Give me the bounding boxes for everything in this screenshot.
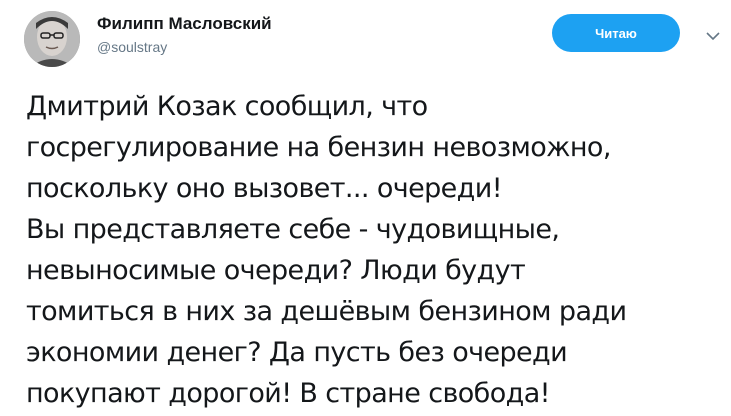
tweet-text: Дмитрий Козак сообщил, что госрегулирова… (26, 86, 726, 414)
tweet-card: Филипп Масловский @soulstray Читаю Дмитр… (0, 0, 731, 416)
tweet-text-line: экономии денег? Да пусть без очереди (26, 337, 568, 368)
more-options-button[interactable] (704, 30, 722, 42)
follow-button[interactable]: Читаю (552, 14, 680, 52)
tweet-text-line: покупают дорогой! В стране свобода! (26, 378, 551, 409)
tweet-text-line: Дмитрий Козак сообщил, что (26, 91, 428, 122)
avatar-photo-icon (24, 11, 80, 67)
chevron-down-icon (706, 32, 720, 41)
tweet-header: Филипп Масловский @soulstray Читаю (0, 0, 731, 80)
avatar[interactable] (24, 11, 80, 67)
tweet-text-line: госрегулирование на бензин невозможно, (26, 132, 611, 163)
tweet-text-line: поскольку оно вызовет... очереди! (26, 173, 503, 204)
tweet-text-line: томиться в них за дешёвым бензином ради (26, 296, 627, 327)
author-name[interactable]: Филипп Масловский (97, 14, 272, 34)
author-handle[interactable]: @soulstray (97, 39, 167, 55)
tweet-text-line: невыносимые очереди? Люди будут (26, 255, 526, 286)
tweet-text-line: Вы представляете себе - чудовищные, (26, 214, 560, 245)
